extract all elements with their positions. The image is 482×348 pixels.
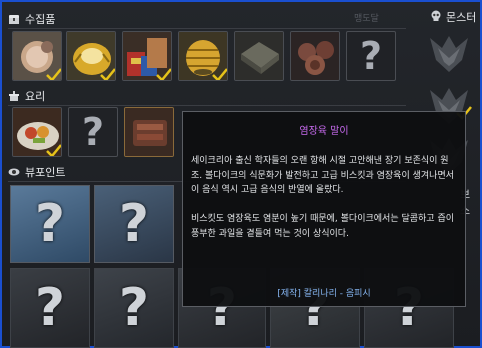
collection-divider — [8, 28, 406, 29]
viewpoint-title: 뷰포인트 — [25, 166, 66, 179]
monster-title: 몬스터 — [446, 11, 477, 24]
collection-window: 수집품 ? 요리 ? 뷰포인트 ? ? ? ? ? ? ? 몬스터 맹도달 염장… — [0, 0, 482, 348]
cooking-divider — [8, 105, 406, 106]
item-tooltip: 염장육 말이 세이크리아 출신 학자들의 오랜 항해 시절 고안해낸 장기 보존… — [182, 111, 466, 307]
collection-title: 수집품 — [25, 13, 56, 26]
monster-silhouette-icon — [430, 36, 468, 72]
tooltip-title: 염장육 말이 — [299, 126, 349, 137]
collectible-slot-unknown[interactable]: ? — [346, 31, 396, 81]
collectible-slot-stone-tablet[interactable] — [234, 31, 284, 81]
collection-header: 수집품 — [8, 11, 55, 27]
viewpoint-slot[interactable]: ? — [10, 185, 90, 263]
unknown-icon: ? — [118, 194, 150, 254]
collectible-slot-coins[interactable] — [290, 31, 340, 81]
tooltip-crafting-source: [제작] 칼리나리 - 음피시 — [277, 289, 371, 299]
salted-meat-roll-icon — [125, 108, 173, 156]
unknown-icon: ? — [359, 34, 383, 78]
cooking-pot-icon — [8, 90, 20, 102]
collected-check-icon — [46, 144, 61, 156]
coins-icon — [291, 32, 339, 80]
collected-check-icon — [212, 68, 227, 80]
background-label: 맹도달 — [354, 14, 379, 24]
collectible-slot-durian[interactable] — [66, 31, 116, 81]
dish-slot-salted-meat-roll[interactable] — [124, 107, 174, 157]
collectible-slot-powder[interactable] — [12, 31, 62, 81]
unknown-icon: ? — [34, 194, 66, 254]
monster-slot[interactable] — [424, 28, 474, 78]
stone-tablet-icon — [235, 32, 283, 80]
dish-slot-unknown[interactable]: ? — [68, 107, 118, 157]
collected-check-icon — [156, 68, 171, 80]
tooltip-description: 세이크리아 출신 학자들의 오랜 항해 시절 고안해낸 장기 보존식이 원조. … — [191, 156, 455, 239]
collectible-slot-books[interactable] — [122, 31, 172, 81]
collected-check-icon — [46, 68, 61, 80]
eye-icon — [8, 166, 20, 178]
unknown-icon: ? — [118, 278, 150, 338]
viewpoint-slot[interactable]: ? — [94, 185, 174, 263]
viewpoint-header: 뷰포인트 — [8, 164, 65, 180]
unknown-icon: ? — [81, 110, 105, 154]
unknown-icon: ? — [34, 278, 66, 338]
collectible-slot-beehive[interactable] — [178, 31, 228, 81]
monster-header: 몬스터 — [430, 9, 476, 25]
viewpoint-slot[interactable]: ? — [94, 268, 174, 348]
collected-check-icon — [100, 68, 115, 80]
cooking-header: 요리 — [8, 88, 45, 104]
viewpoint-slot[interactable]: ? — [10, 268, 90, 348]
treasure-chest-icon — [8, 13, 20, 25]
cooking-title: 요리 — [25, 90, 46, 103]
monster-skull-icon — [430, 10, 442, 25]
dish-slot-platter[interactable] — [12, 107, 62, 157]
